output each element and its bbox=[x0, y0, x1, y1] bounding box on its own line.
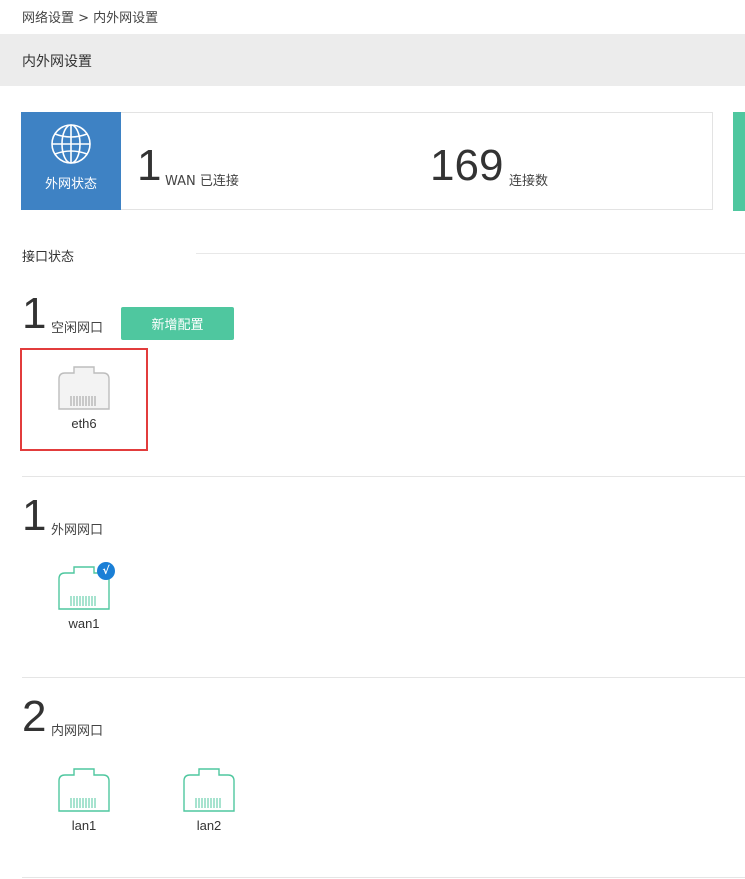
interface-section-title: 接口状态 bbox=[22, 250, 75, 265]
ethernet-port-icon bbox=[58, 768, 110, 812]
wan-status-tile[interactable]: 外网状态 bbox=[21, 112, 121, 210]
wan-port-label: 外网网口 bbox=[51, 523, 104, 538]
lan-port-count: 2 bbox=[22, 692, 47, 741]
idle-port-label: 空闲网口 bbox=[51, 321, 104, 336]
add-config-button[interactable]: 新增配置 bbox=[121, 307, 234, 340]
port-name: wan1 bbox=[68, 616, 100, 631]
wan-status-card: 外网状态 1 WAN 已连接 169 连接数 bbox=[21, 112, 713, 210]
ethernet-port-icon bbox=[58, 366, 110, 410]
group-divider bbox=[22, 476, 745, 477]
globe-icon bbox=[51, 124, 91, 164]
connection-count: 169 bbox=[430, 141, 504, 190]
wan-connected-label: WAN 已连接 bbox=[165, 174, 239, 189]
wan-count: 1 bbox=[137, 141, 162, 190]
port-eth6[interactable]: eth6 bbox=[44, 366, 124, 431]
group-divider bbox=[22, 877, 745, 878]
lan-port-label: 内网网口 bbox=[51, 724, 104, 739]
port-name: lan2 bbox=[196, 818, 222, 833]
port-lan2[interactable]: lan2 bbox=[169, 768, 249, 833]
title-bar: 内外网设置 bbox=[0, 34, 745, 86]
port-name: lan1 bbox=[71, 818, 97, 833]
wan-port-count: 1 bbox=[22, 491, 47, 540]
group-divider bbox=[22, 677, 745, 678]
breadcrumb: 网络设置 > 内外网设置 bbox=[22, 11, 159, 26]
section-divider bbox=[196, 253, 745, 254]
idle-port-count: 1 bbox=[22, 289, 47, 338]
check-badge-icon: √ bbox=[97, 562, 115, 580]
wan-status-label: 外网状态 bbox=[44, 177, 97, 192]
connection-count-label: 连接数 bbox=[509, 174, 549, 189]
side-status-strip bbox=[733, 112, 745, 211]
page-title: 内外网设置 bbox=[22, 54, 92, 70]
port-name: eth6 bbox=[71, 416, 97, 431]
ethernet-port-icon bbox=[183, 768, 235, 812]
port-lan1[interactable]: lan1 bbox=[44, 768, 124, 833]
